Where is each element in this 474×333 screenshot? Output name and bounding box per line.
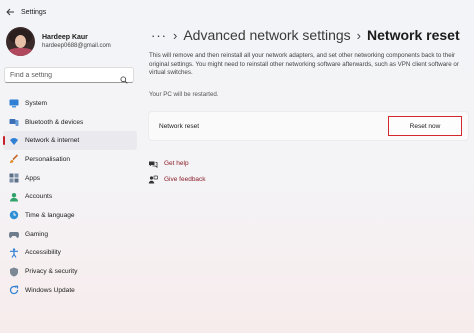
shield-icon <box>9 267 19 277</box>
sidebar-item-privacy-security[interactable]: Privacy & security <box>3 262 137 281</box>
restart-note: Your PC will be restarted. <box>149 91 219 98</box>
back-arrow-icon[interactable] <box>5 7 15 17</box>
chevron-right-icon: › <box>356 27 362 43</box>
chevron-right-icon: › <box>173 27 178 43</box>
brush-icon <box>9 154 19 164</box>
page-title: Network reset <box>367 27 460 43</box>
feedback-icon <box>148 175 158 185</box>
search-box[interactable] <box>4 67 134 84</box>
sidebar-item-personalisation[interactable]: Personalisation <box>3 150 137 169</box>
app-title: Settings <box>21 8 47 16</box>
update-icon <box>9 285 19 295</box>
breadcrumb-parent[interactable]: Advanced network settings <box>183 27 350 43</box>
nav-list: System Bluetooth & devices Network & int… <box>0 94 140 300</box>
sidebar-item-time-language[interactable]: Time & language <box>3 206 137 225</box>
help-links: Get help Give feedback <box>148 157 206 189</box>
network-reset-label: Network reset <box>159 123 200 130</box>
sidebar-item-accessibility[interactable]: Accessibility <box>3 244 137 263</box>
accessibility-icon <box>9 248 19 258</box>
sidebar-item-system[interactable]: System <box>3 94 137 113</box>
apps-icon <box>9 173 19 183</box>
network-icon <box>9 136 19 146</box>
sidebar-item-windows-update[interactable]: Windows Update <box>3 281 137 300</box>
help-icon <box>148 159 158 169</box>
user-profile[interactable]: Hardeep Kaur hardeep0688@gmail.com <box>6 27 111 56</box>
globe-clock-icon <box>9 210 19 220</box>
user-name: Hardeep Kaur <box>42 34 88 41</box>
avatar <box>6 27 35 56</box>
gamepad-icon <box>9 229 19 239</box>
main-content: ··· › Advanced network settings › Networ… <box>147 24 474 333</box>
give-feedback-link[interactable]: Give feedback <box>148 173 206 186</box>
sidebar-item-gaming[interactable]: Gaming <box>3 225 137 244</box>
sidebar-item-apps[interactable]: Apps <box>3 169 137 188</box>
network-reset-card: Network reset Reset now <box>148 111 469 141</box>
reset-now-button[interactable]: Reset now <box>388 116 462 136</box>
system-icon <box>9 98 19 108</box>
reset-description: This will remove and then reinstall all … <box>149 52 459 77</box>
search-icon[interactable] <box>120 71 128 89</box>
sidebar-item-bluetooth-devices[interactable]: Bluetooth & devices <box>3 113 137 132</box>
sidebar: Hardeep Kaur hardeep0688@gmail.com Syste… <box>0 24 140 333</box>
bluetooth-icon <box>9 117 19 127</box>
user-email: hardeep0688@gmail.com <box>42 43 111 49</box>
search-input[interactable] <box>10 71 118 79</box>
sidebar-item-network-internet[interactable]: Network & internet <box>3 131 137 151</box>
breadcrumb-overflow-button[interactable]: ··· <box>151 28 167 43</box>
accounts-icon <box>9 192 19 202</box>
title-bar: Settings <box>0 0 474 24</box>
sidebar-item-accounts[interactable]: Accounts <box>3 187 137 206</box>
get-help-link[interactable]: Get help <box>148 157 206 170</box>
breadcrumb: ··· › Advanced network settings › Networ… <box>151 27 460 43</box>
